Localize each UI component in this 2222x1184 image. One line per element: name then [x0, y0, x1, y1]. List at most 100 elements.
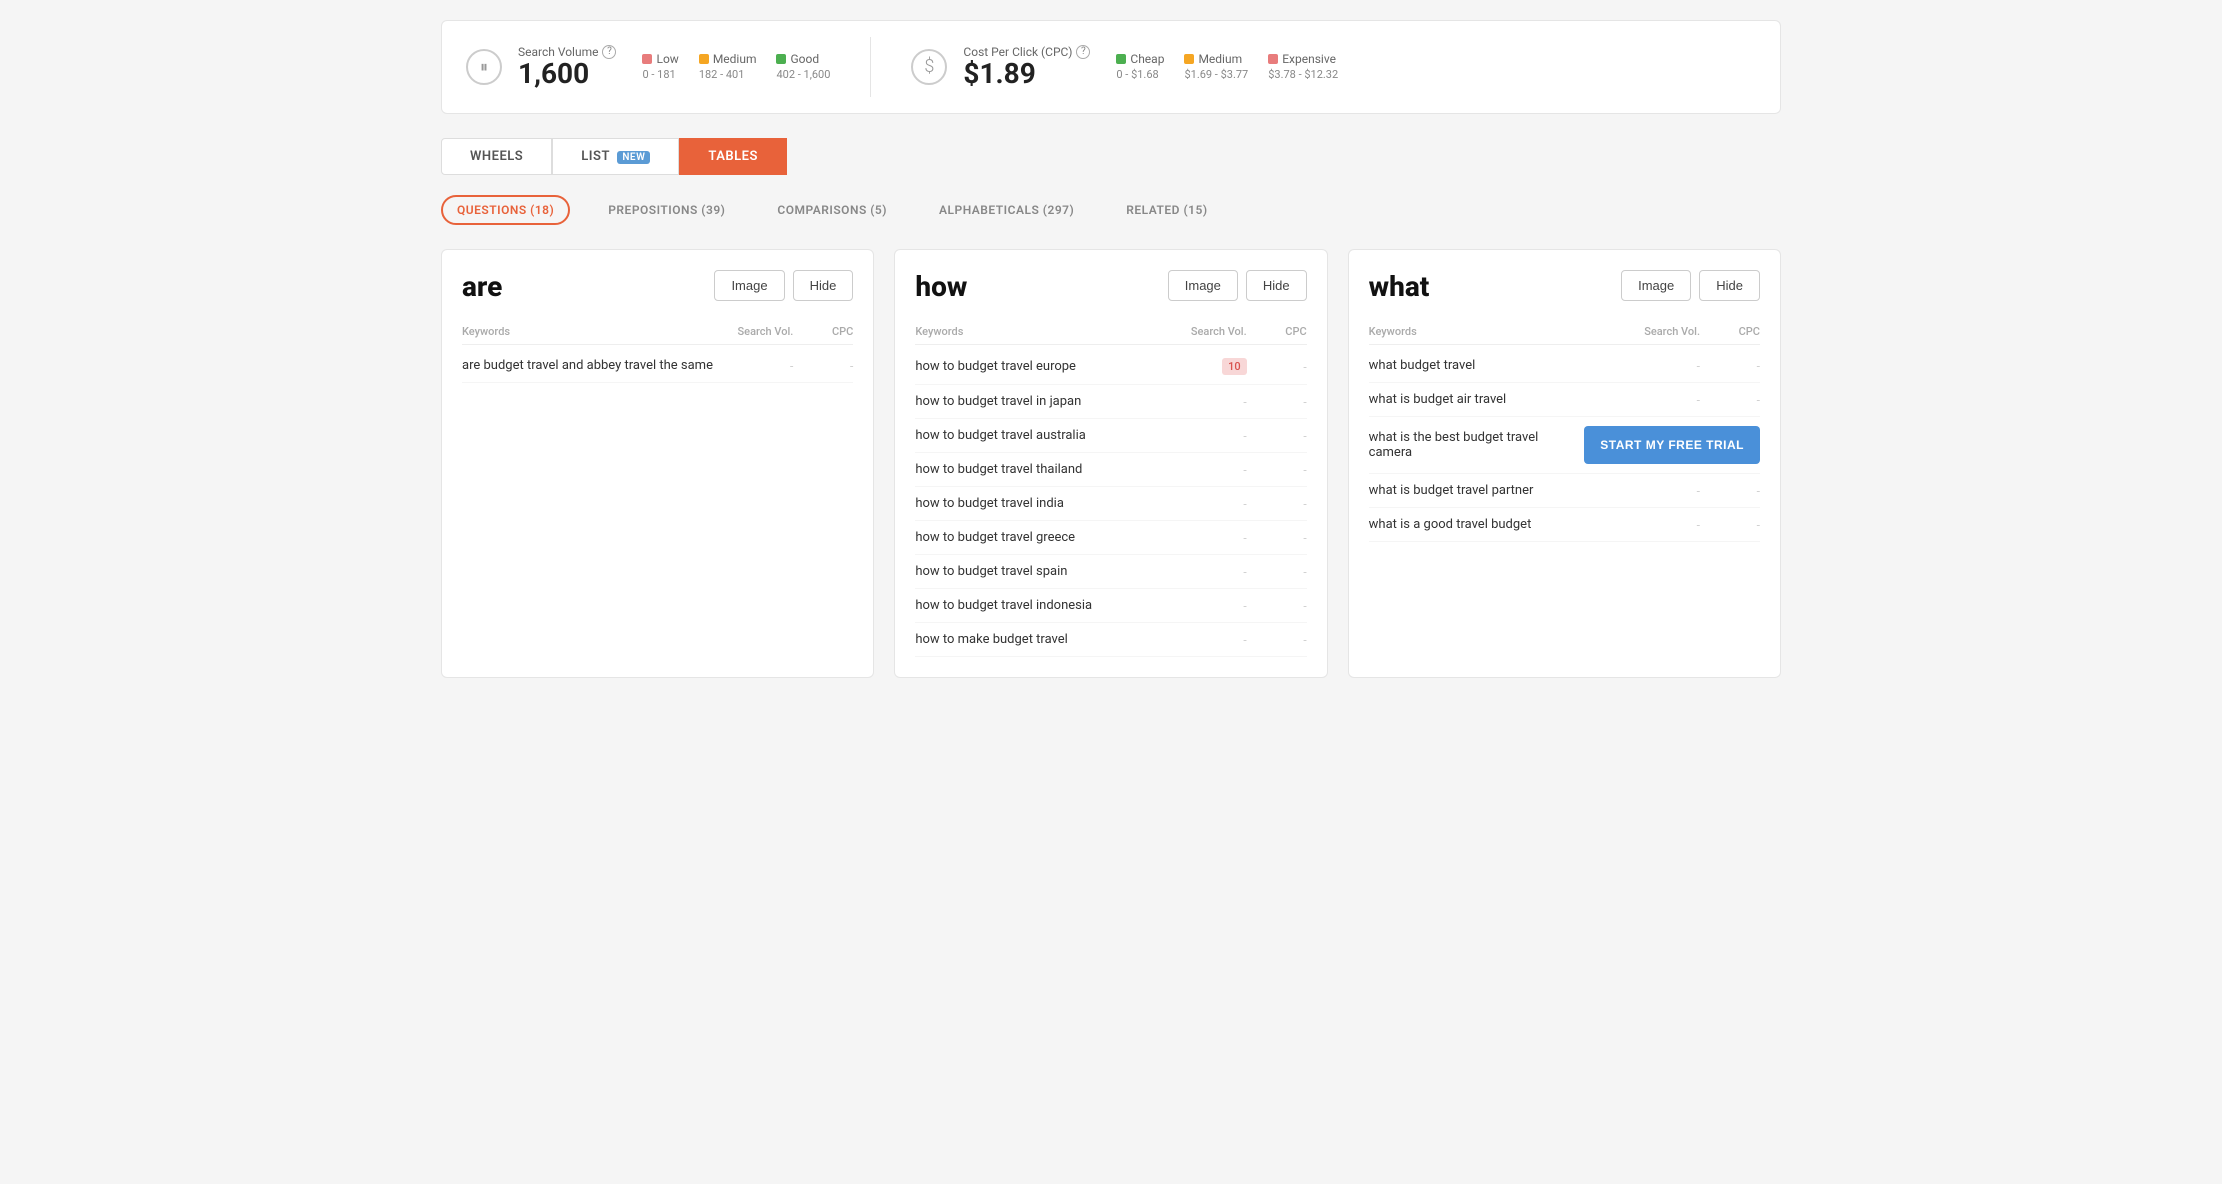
- metric-cpc: -: [1247, 599, 1307, 613]
- keyword-row: how to budget travel indonesia - -: [915, 589, 1306, 623]
- filter-alphabeticals[interactable]: ALPHABETICALS (297): [925, 197, 1088, 223]
- metric-vol: -: [1167, 497, 1247, 511]
- keyword-row: how to budget travel spain - -: [915, 555, 1306, 589]
- expensive-dot: [1268, 54, 1278, 64]
- metric-vol: -: [1620, 359, 1700, 373]
- card-what: what Image Hide Keywords Search Vol. CPC…: [1348, 249, 1781, 678]
- stats-bar: ⏸ Search Volume ? 1,600 Low 0 - 181: [441, 20, 1781, 114]
- keyword-text: what budget travel: [1369, 358, 1620, 373]
- search-volume-help-icon[interactable]: ?: [602, 45, 616, 59]
- keyword-text: how to budget travel in japan: [915, 394, 1166, 409]
- cpc-icon: $: [911, 49, 947, 85]
- legend-item-medium-cpc: Medium $1.69 - $3.77: [1184, 52, 1248, 81]
- legend-item-expensive: Expensive $3.78 - $12.32: [1268, 52, 1338, 81]
- col-cpc-are: CPC: [793, 325, 853, 338]
- card-what-header: what Image Hide: [1369, 270, 1760, 303]
- metric-vol: -: [1620, 393, 1700, 407]
- card-are-table-header: Keywords Search Vol. CPC: [462, 319, 853, 345]
- card-are-hide-button[interactable]: Hide: [793, 270, 854, 301]
- card-what-hide-button[interactable]: Hide: [1699, 270, 1760, 301]
- metric-cpc: -: [1247, 497, 1307, 511]
- main-tabs: WHEELS LIST NEW TABLES: [441, 138, 1781, 175]
- card-are: are Image Hide Keywords Search Vol. CPC …: [441, 249, 874, 678]
- keyword-row: how to budget travel india - -: [915, 487, 1306, 521]
- search-volume-legend: Low 0 - 181 Medium 182 - 401 Good: [642, 52, 830, 81]
- metric-cpc: -: [1700, 359, 1760, 373]
- card-how-image-button[interactable]: Image: [1168, 270, 1238, 301]
- keyword-row: how to budget travel thailand - -: [915, 453, 1306, 487]
- metric-vol: -: [1167, 633, 1247, 647]
- filter-comparisons[interactable]: COMPARISONS (5): [763, 197, 901, 223]
- keyword-row: what is budget travel partner - -: [1369, 474, 1760, 508]
- cards-grid: are Image Hide Keywords Search Vol. CPC …: [441, 249, 1781, 678]
- metric-vol: 10: [1167, 358, 1247, 375]
- keyword-text: are budget travel and abbey travel the s…: [462, 358, 713, 373]
- card-how-table-header: Keywords Search Vol. CPC: [915, 319, 1306, 345]
- legend-item-low: Low 0 - 181: [642, 52, 678, 81]
- low-dot: [642, 54, 652, 64]
- metric-vol: -: [1167, 531, 1247, 545]
- cpc-value: $1.89: [963, 59, 1090, 90]
- keyword-row: how to make budget travel - -: [915, 623, 1306, 657]
- tab-wheels[interactable]: WHEELS: [441, 138, 552, 175]
- metric-vol: -: [1167, 599, 1247, 613]
- good-dot: [776, 54, 786, 64]
- legend-item-good: Good 402 - 1,600: [776, 52, 830, 81]
- keyword-text: how to budget travel spain: [915, 564, 1166, 579]
- filter-prepositions[interactable]: PREPOSITIONS (39): [594, 197, 739, 223]
- keyword-row: how to budget travel europe 10 -: [915, 349, 1306, 385]
- card-are-title: are: [462, 270, 502, 303]
- metric-vol: -: [1167, 565, 1247, 579]
- keyword-text: how to budget travel australia: [915, 428, 1166, 443]
- metric-vol: -: [1167, 429, 1247, 443]
- filter-tabs: QUESTIONS (18) PREPOSITIONS (39) COMPARI…: [441, 195, 1781, 225]
- col-keywords-how: Keywords: [915, 325, 1166, 338]
- metric-cpc: -: [1700, 393, 1760, 407]
- card-what-image-button[interactable]: Image: [1621, 270, 1691, 301]
- col-keywords-are: Keywords: [462, 325, 713, 338]
- card-are-actions: Image Hide: [714, 270, 853, 301]
- col-vol-how: Search Vol.: [1167, 325, 1247, 338]
- keyword-text: how to budget travel india: [915, 496, 1166, 511]
- medium-dot: [699, 54, 709, 64]
- legend-item-medium: Medium 182 - 401: [699, 52, 757, 81]
- metric-vol: -: [1620, 518, 1700, 532]
- keyword-text: what is budget air travel: [1369, 392, 1620, 407]
- card-how: how Image Hide Keywords Search Vol. CPC …: [894, 249, 1327, 678]
- legend-item-cheap: Cheap 0 - $1.68: [1116, 52, 1164, 81]
- filter-questions[interactable]: QUESTIONS (18): [441, 195, 570, 225]
- cpc-section: $ Cost Per Click (CPC) ? $1.89 Cheap 0 -…: [911, 45, 1338, 90]
- keyword-row: what is a good travel budget - -: [1369, 508, 1760, 542]
- metric-vol: -: [713, 359, 793, 373]
- cpc-help-icon[interactable]: ?: [1076, 45, 1090, 59]
- keyword-text: how to budget travel greece: [915, 530, 1166, 545]
- card-how-hide-button[interactable]: Hide: [1246, 270, 1307, 301]
- keyword-text: how to budget travel indonesia: [915, 598, 1166, 613]
- medium-cpc-dot: [1184, 54, 1194, 64]
- keyword-row: what budget travel - -: [1369, 349, 1760, 383]
- metric-cpc: -: [1247, 565, 1307, 579]
- tab-list[interactable]: LIST NEW: [552, 138, 679, 175]
- card-are-image-button[interactable]: Image: [714, 270, 784, 301]
- search-volume-value: 1,600: [518, 59, 616, 90]
- filter-related[interactable]: RELATED (15): [1112, 197, 1221, 223]
- search-volume-section: ⏸ Search Volume ? 1,600 Low 0 - 181: [466, 45, 830, 90]
- keyword-text: how to budget travel europe: [915, 359, 1166, 374]
- metric-cpc: -: [1700, 518, 1760, 532]
- card-how-actions: Image Hide: [1168, 270, 1307, 301]
- keyword-row: how to budget travel greece - -: [915, 521, 1306, 555]
- keyword-row-cta: what is the best budget travel camera ST…: [1369, 417, 1760, 474]
- keyword-row: what is budget air travel - -: [1369, 383, 1760, 417]
- keyword-text: how to make budget travel: [915, 632, 1166, 647]
- start-trial-button[interactable]: START MY FREE TRIAL: [1584, 426, 1760, 464]
- metric-cpc: -: [1247, 531, 1307, 545]
- metric-cpc: -: [1247, 633, 1307, 647]
- cpc-main: Cost Per Click (CPC) ? $1.89: [963, 45, 1090, 90]
- keyword-text: what is budget travel partner: [1369, 483, 1620, 498]
- metric-vol: -: [1167, 395, 1247, 409]
- metric-cpc: -: [1247, 463, 1307, 477]
- tab-tables[interactable]: TABLES: [679, 138, 787, 175]
- cpc-legend: Cheap 0 - $1.68 Medium $1.69 - $3.77 Exp…: [1116, 52, 1338, 81]
- card-are-header: are Image Hide: [462, 270, 853, 303]
- col-keywords-what: Keywords: [1369, 325, 1620, 338]
